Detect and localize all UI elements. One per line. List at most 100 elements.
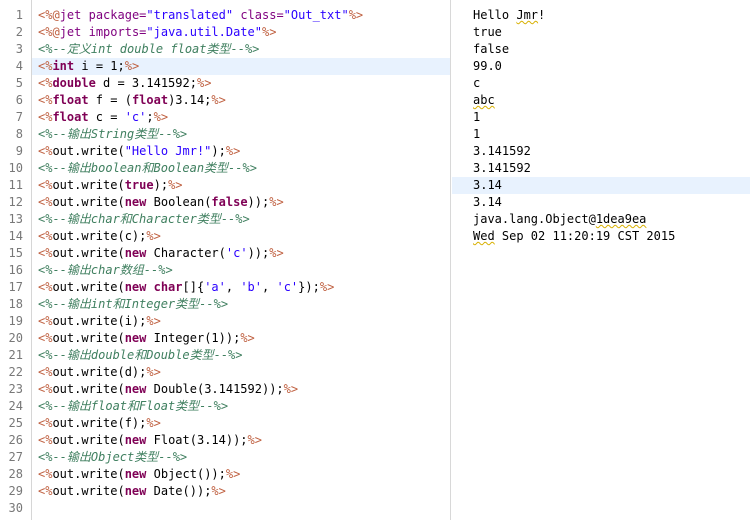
code-line[interactable]: <%--输出double和Double类型--%> — [32, 347, 450, 364]
code-text: <%out.write(d);%> — [38, 364, 161, 381]
code-text: <%--输出String类型--%> — [38, 126, 187, 143]
code-line[interactable]: <%out.write(f);%> — [32, 415, 450, 432]
code-token: out.write( — [52, 195, 125, 209]
code-line[interactable]: <%--输出float和Float类型--%> — [32, 398, 450, 415]
code-text: <%--输出float和Float类型--%> — [38, 398, 228, 415]
jet-delimiter: <% — [38, 280, 53, 294]
java-keyword: double — [52, 76, 96, 90]
code-line[interactable]: <%out.write("Hello Jmr!");%> — [32, 143, 450, 160]
output-line[interactable]: 1 — [452, 126, 750, 143]
code-line[interactable]: <%@jet imports="java.util.Date"%> — [32, 24, 450, 41]
code-token: out.write( — [52, 433, 125, 447]
code-line[interactable] — [32, 500, 450, 517]
output-line[interactable]: java.lang.Object@1dea9ea — [452, 211, 750, 228]
code-line[interactable]: <%float c = 'c';%> — [32, 109, 450, 126]
code-line[interactable]: <%@jet package="translated" class="Out_t… — [32, 7, 450, 24]
code-line[interactable]: <%out.write(new Character('c'));%> — [32, 245, 450, 262]
string-literal: 'b' — [240, 280, 263, 294]
code-line[interactable]: <%float f = (float)3.14;%> — [32, 92, 450, 109]
code-line[interactable]: <%out.write(new Integer(1));%> — [32, 330, 450, 347]
code-token: out.write( — [52, 246, 125, 260]
directive-attribute: jet — [59, 8, 89, 22]
code-area[interactable]: <%@jet package="translated" class="Out_t… — [32, 0, 450, 520]
code-line[interactable]: <%out.write(d);%> — [32, 364, 450, 381]
code-line[interactable]: <%out.write(new char[]{'a', 'b', 'c'});%… — [32, 279, 450, 296]
code-token: f = ( — [88, 93, 132, 107]
output-line[interactable]: Wed Sep 02 11:20:19 CST 2015 — [452, 228, 750, 245]
code-line[interactable]: <%out.write(new Boolean(false));%> — [32, 194, 450, 211]
java-keyword: float — [131, 93, 169, 107]
jet-delimiter: <% — [38, 433, 53, 447]
code-line[interactable]: <%out.write(new Double(3.141592));%> — [32, 381, 450, 398]
jet-delimiter: <% — [38, 484, 53, 498]
jet-delimiter: <% — [38, 178, 53, 192]
spellcheck-flagged-text: Jmr — [516, 8, 539, 22]
jet-template-editor[interactable]: 1 2 3 4 5 6 7 8 9 10 11 12 13 14 15 16 17 18 19 20 21 22 23 24 2… — [0, 0, 451, 520]
code-text: <%--输出boolean和Boolean类型--%> — [38, 160, 257, 177]
output-line[interactable]: true — [452, 24, 750, 41]
output-line[interactable]: Hello Jmr! — [452, 7, 750, 24]
jet-delimiter: %> — [247, 433, 262, 447]
code-line[interactable]: <%--定义int double float类型--%> — [32, 41, 450, 58]
output-line[interactable]: 99.0 — [452, 58, 750, 75]
code-token: ); — [211, 144, 226, 158]
code-token: , — [262, 280, 277, 294]
output-text: 1 — [473, 127, 481, 141]
java-keyword: new — [124, 331, 147, 345]
jet-comment: <%--输出char数组--%> — [38, 263, 173, 277]
code-line[interactable]: <%--输出boolean和Boolean类型--%> — [32, 160, 450, 177]
line-number: 4 — [15, 59, 23, 73]
java-keyword: new — [124, 382, 147, 396]
code-token: out.write( — [52, 382, 125, 396]
jet-comment: <%--定义int double float类型--%> — [38, 42, 260, 56]
jet-delimiter: %> — [348, 8, 364, 22]
code-line[interactable]: <%--输出Object类型--%> — [32, 449, 450, 466]
code-line[interactable]: <%out.write(new Float(3.14));%> — [32, 432, 450, 449]
output-line[interactable]: abc — [452, 92, 750, 109]
line-number: 22 — [8, 365, 23, 379]
code-line[interactable]: <%--输出int和Integer类型--%> — [32, 296, 450, 313]
output-text: 1 — [473, 110, 481, 124]
output-line[interactable]: 1 — [452, 109, 750, 126]
code-line[interactable]: <%out.write(i);%> — [32, 313, 450, 330]
java-keyword: true — [124, 178, 154, 192]
output-line[interactable]: 3.14 — [452, 194, 750, 211]
output-line[interactable]: 3.14 — [452, 177, 750, 194]
line-number: 10 — [8, 161, 23, 175]
code-line[interactable]: <%out.write(new Object());%> — [32, 466, 450, 483]
jet-delimiter: %> — [269, 195, 284, 209]
line-number: 24 — [8, 399, 23, 413]
code-text: <%out.write(new Double(3.141592));%> — [38, 381, 298, 398]
code-line[interactable]: <%double d = 3.141592;%> — [32, 75, 450, 92]
directive-attribute: package= — [88, 8, 147, 22]
code-token: , — [225, 280, 241, 294]
code-text: <%out.write(new Boolean(false));%> — [38, 194, 284, 211]
output-line[interactable]: 3.141592 — [452, 143, 750, 160]
jet-delimiter: <% — [38, 314, 53, 328]
string-literal: "java.util.Date" — [146, 25, 262, 39]
string-literal: "Hello Jmr!" — [124, 144, 212, 158]
line-number: 7 — [15, 110, 23, 124]
output-text: 3.141592 — [473, 144, 531, 158]
code-line[interactable]: <%--输出char和Character类型--%> — [32, 211, 450, 228]
jet-delimiter: <% — [38, 110, 53, 124]
jet-delimiter: %> — [225, 467, 241, 481]
java-keyword: new — [124, 433, 147, 447]
output-line[interactable]: c — [452, 75, 750, 92]
output-line[interactable]: false — [452, 41, 750, 58]
jet-delimiter: %> — [240, 331, 255, 345]
code-token: out.write( — [52, 331, 125, 345]
line-number: 26 — [8, 433, 23, 447]
output-text-pane[interactable]: Hello Jmr! true false 99.0 c abc 1 1 3.141592 3.1… — [452, 0, 750, 520]
code-token: ; — [146, 110, 154, 124]
code-text: <%out.write(true);%> — [38, 177, 183, 194]
output-line[interactable]: 3.141592 — [452, 160, 750, 177]
code-text: <%out.write(c);%> — [38, 228, 161, 245]
code-line[interactable]: <%out.write(new Date());%> — [32, 483, 450, 500]
code-line[interactable]: <%out.write(true);%> — [32, 177, 450, 194]
code-line[interactable]: <%--输出char数组--%> — [32, 262, 450, 279]
code-line[interactable]: <%--输出String类型--%> — [32, 126, 450, 143]
code-line[interactable]: <%out.write(c);%> — [32, 228, 450, 245]
output-text: 3.14 — [473, 195, 502, 209]
code-line-current[interactable]: <%int i = 1;%> — [32, 58, 450, 75]
